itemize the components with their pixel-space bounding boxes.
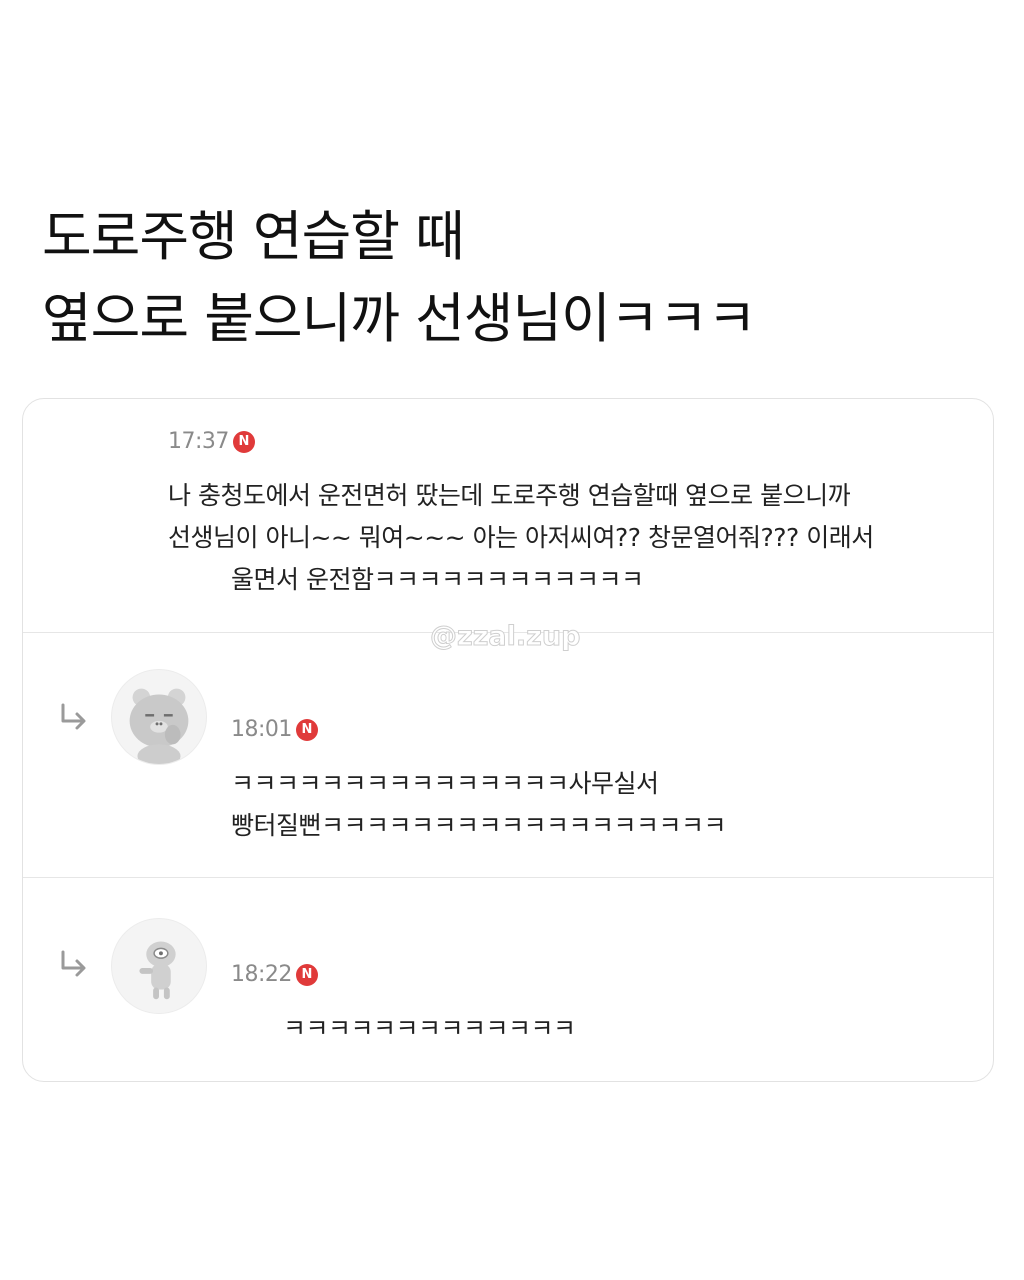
comment-text-line: 선생님이 아니~~ 뭐여~~~ 아는 아저씨여?? 창문열어줘??? 이래서	[168, 523, 874, 552]
reply-timestamp: 18:01	[231, 717, 292, 742]
headline: 도로주행 연습할 때 옆으로 붙으니까 선생님이ㅋㅋㅋ	[42, 196, 1002, 360]
headline-line-2: 옆으로 붙으니까 선생님이ㅋㅋㅋ	[42, 287, 757, 350]
new-badge: N	[295, 718, 318, 741]
character-avatar-icon[interactable]	[111, 918, 207, 1014]
reply-arrow-icon	[61, 703, 86, 730]
comment-text-line: 나 충청도에서 운전면허 땄는데 도로주행 연습할때 옆으로 붙으니까	[168, 481, 851, 510]
comment-timestamp: 17:37	[168, 429, 229, 454]
reply-arrow-icon	[61, 950, 86, 977]
comment-card: 17:37 N 나 충청도에서 운전면허 땄는데 도로주행 연습할때 옆으로 붙…	[22, 398, 994, 1082]
comment-time-row: 17:37 N	[168, 429, 255, 454]
comment-item: 17:37 N 나 충청도에서 운전면허 땄는데 도로주행 연습할때 옆으로 붙…	[23, 399, 993, 632]
reply-item: 18:22 N ㅋㅋㅋㅋㅋㅋㅋㅋㅋㅋㅋㅋㅋ	[23, 877, 993, 1081]
reply-item: 18:01 N ㅋㅋㅋㅋㅋㅋㅋㅋㅋㅋㅋㅋㅋㅋㅋ사무실서 빵터질뻔ㅋㅋㅋㅋㅋㅋㅋㅋ…	[23, 632, 993, 877]
reply-timestamp: 18:22	[231, 962, 292, 987]
reply-text-line: 빵터질뻔ㅋㅋㅋㅋㅋㅋㅋㅋㅋㅋㅋㅋㅋㅋㅋㅋㅋㅋ	[231, 811, 727, 840]
new-badge: N	[232, 430, 255, 453]
bear-character-avatar-icon[interactable]	[111, 669, 207, 765]
reply-text-line: ㅋㅋㅋㅋㅋㅋㅋㅋㅋㅋㅋㅋㅋ	[283, 1014, 576, 1043]
reply-time-row: 18:22 N	[231, 962, 318, 987]
headline-line-1: 도로주행 연습할 때	[42, 205, 465, 268]
new-badge: N	[295, 963, 318, 986]
comment-text-line: 울면서 운전함ㅋㅋㅋㅋㅋㅋㅋㅋㅋㅋㅋㅋ	[231, 565, 644, 594]
reply-time-row: 18:01 N	[231, 717, 318, 742]
reply-text-line: ㅋㅋㅋㅋㅋㅋㅋㅋㅋㅋㅋㅋㅋㅋㅋ사무실서	[231, 769, 659, 798]
